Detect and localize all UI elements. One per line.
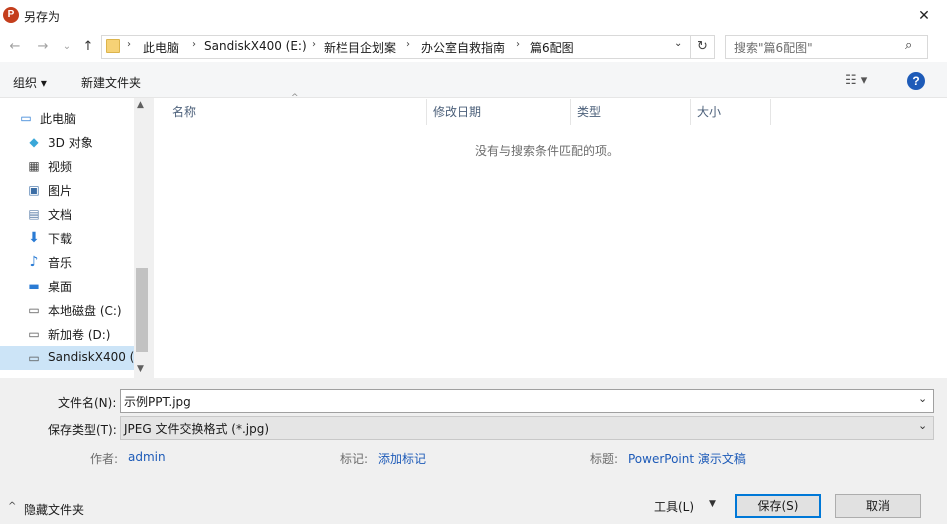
column-header-date-modified[interactable]: 修改日期	[433, 103, 481, 120]
sidebar-item-pictures[interactable]: ▣ 图片	[0, 178, 134, 202]
column-divider[interactable]	[770, 99, 771, 125]
title-bar	[0, 0, 947, 32]
refresh-button[interactable]: ↻	[691, 35, 715, 59]
tags-value[interactable]: 添加标记	[378, 450, 426, 467]
chevron-up-icon[interactable]: ^	[8, 501, 16, 512]
sidebar-item-label: 视频	[48, 160, 73, 174]
doc-title-label: 标题:	[590, 452, 619, 466]
filename-label: 文件名(N):	[58, 396, 117, 410]
view-options-button[interactable]: ☷ ▾	[845, 73, 867, 88]
breadcrumb-item[interactable]: 篇6配图	[530, 39, 574, 56]
filetype-value[interactable]: JPEG 文件交换格式 (*.jpg)	[124, 420, 269, 437]
drive-icon: ▭	[28, 351, 40, 365]
sidebar-item-label: 3D 对象	[48, 136, 93, 150]
cube-icon: ◆	[29, 135, 39, 149]
chevron-right-icon: ›	[127, 39, 131, 50]
breadcrumb-item[interactable]: 此电脑	[143, 39, 179, 56]
chevron-right-icon: ›	[192, 39, 196, 50]
sidebar-item-label: 文档	[48, 208, 73, 222]
chevron-down-icon[interactable]: ⌄	[918, 392, 927, 405]
file-list	[154, 98, 947, 378]
search-placeholder: 搜索"篇6配图"	[734, 41, 813, 55]
sidebar-item-label: 图片	[48, 184, 73, 198]
chevron-right-icon: ›	[406, 39, 410, 50]
back-button[interactable]: ←	[6, 38, 24, 56]
save-button[interactable]: 保存(S)	[735, 494, 821, 518]
download-icon: ⬇	[28, 230, 40, 246]
column-divider[interactable]	[690, 99, 691, 125]
column-divider[interactable]	[426, 99, 427, 125]
sidebar-item-label: 新加卷 (D:)	[48, 328, 111, 342]
search-icon[interactable]: ⌕	[905, 38, 912, 53]
sidebar-item-sandisk-e[interactable]: ▭ SandiskX400 (E	[0, 346, 134, 370]
sidebar-item-volume-d[interactable]: ▭ 新加卷 (D:)	[0, 322, 134, 346]
chevron-right-icon: ›	[312, 39, 316, 50]
empty-folder-message: 没有与搜索条件匹配的项。	[475, 144, 620, 158]
filename-input[interactable]	[120, 389, 934, 413]
sidebar-item-label: 下载	[48, 232, 73, 246]
sidebar-item-label: 音乐	[48, 256, 73, 270]
sort-ascending-icon: ^	[291, 93, 299, 103]
column-header-type[interactable]: 类型	[577, 103, 601, 120]
sidebar-item-label: SandiskX400 (E	[48, 350, 134, 364]
drive-icon: ▭	[28, 327, 40, 341]
column-header-size[interactable]: 大小	[697, 103, 721, 120]
forward-button[interactable]: →	[34, 38, 52, 56]
sidebar-item-label: 本地磁盘 (C:)	[48, 304, 122, 318]
command-bar	[0, 62, 947, 98]
sidebar-item-desktop[interactable]: ▬ 桌面	[0, 274, 134, 298]
sidebar-item-local-disk-c[interactable]: ▭ 本地磁盘 (C:)	[0, 298, 134, 322]
up-button[interactable]: ↑	[79, 38, 97, 56]
column-header-name[interactable]: 名称	[172, 103, 196, 120]
computer-icon: ▭	[20, 111, 32, 125]
film-icon: ▦	[28, 159, 40, 173]
desktop-icon: ▬	[28, 279, 40, 293]
close-button[interactable]: ✕	[901, 0, 947, 32]
breadcrumb-item[interactable]: SandiskX400 (E:)	[204, 39, 307, 53]
breadcrumb-item[interactable]: 办公室自救指南	[421, 39, 505, 56]
hide-folders-button[interactable]: 隐藏文件夹	[24, 501, 84, 518]
doc-title-value[interactable]: PowerPoint 演示文稿	[628, 450, 746, 467]
sidebar-item-3d-objects[interactable]: ◆ 3D 对象	[0, 130, 134, 154]
tools-dropdown-icon[interactable]: ▼	[709, 499, 716, 509]
sidebar-item-label: 桌面	[48, 280, 73, 294]
chevron-down-icon[interactable]: ⌄	[918, 419, 927, 432]
tags-label: 标记:	[340, 452, 369, 466]
help-icon[interactable]: ?	[907, 72, 925, 90]
scroll-up-icon[interactable]: ▲	[137, 100, 144, 110]
scrollbar-thumb[interactable]	[136, 268, 148, 352]
folder-icon	[106, 39, 120, 53]
sidebar-item-music[interactable]: ♪ 音乐	[0, 250, 134, 274]
sidebar-item-this-pc[interactable]: ▭ 此电脑	[0, 106, 134, 130]
author-label: 作者:	[90, 452, 119, 466]
sidebar-item-documents[interactable]: ▤ 文档	[0, 202, 134, 226]
organize-button[interactable]: 组织 ▾	[13, 74, 47, 91]
tools-button[interactable]: 工具(L)	[654, 498, 694, 515]
column-divider[interactable]	[570, 99, 571, 125]
drive-icon: ▭	[28, 303, 40, 317]
address-dropdown-icon[interactable]: ⌄	[674, 38, 682, 49]
music-icon: ♪	[29, 254, 39, 270]
sidebar-item-videos[interactable]: ▦ 视频	[0, 154, 134, 178]
cancel-button[interactable]: 取消	[835, 494, 921, 518]
author-value[interactable]: admin	[128, 450, 166, 464]
sidebar-item-downloads[interactable]: ⬇ 下载	[0, 226, 134, 250]
recent-locations-button[interactable]: ⌄	[58, 38, 76, 56]
document-icon: ▤	[28, 207, 40, 221]
powerpoint-app-icon: P	[3, 7, 19, 23]
picture-icon: ▣	[28, 183, 40, 197]
filename-value[interactable]: 示例PPT.jpg	[124, 393, 191, 410]
breadcrumb-item[interactable]: 新栏目企划案	[324, 39, 396, 56]
chevron-right-icon: ›	[516, 39, 520, 50]
scroll-down-icon[interactable]: ▼	[137, 364, 144, 374]
sidebar-item-label: 此电脑	[40, 112, 77, 126]
filetype-label: 保存类型(T):	[48, 423, 117, 437]
window-title: 另存为	[24, 10, 61, 24]
new-folder-button[interactable]: 新建文件夹	[81, 74, 141, 91]
